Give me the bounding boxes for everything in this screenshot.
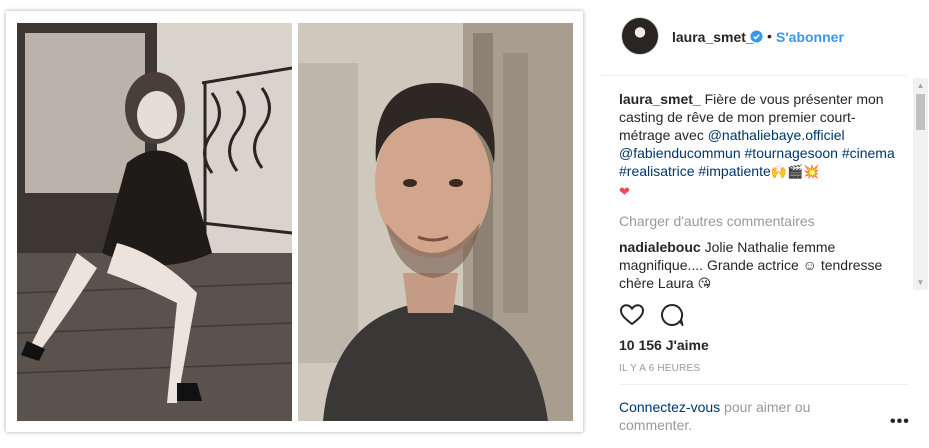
scrollbar-thumb[interactable]	[916, 94, 925, 130]
post-media	[0, 0, 601, 448]
caption-emojis: 🙌🎬💥	[770, 165, 820, 180]
divider	[619, 384, 909, 385]
hashtag-link[interactable]: #realisatrice	[619, 163, 694, 179]
post-sidebar: laura_smet_ • S'abonner laura_smet_ Fièr…	[601, 0, 929, 448]
login-prompt: Connectez-vous pour aimer ou commenter.	[619, 398, 859, 434]
list-item: nadialebouc Jolie Nathalie femme magnifi…	[619, 238, 897, 288]
mention-link[interactable]: @nathaliebaye.officiel	[708, 127, 845, 143]
photo-collage	[6, 11, 583, 432]
comments-list: laura_smet_ Fière de vous présenter mon …	[619, 90, 897, 288]
header-username-link[interactable]: laura_smet_	[672, 29, 754, 45]
login-link[interactable]: Connectez-vous	[619, 399, 720, 415]
more-options-button[interactable]: •••	[890, 413, 910, 431]
avatar[interactable]	[621, 17, 659, 55]
post-caption: laura_smet_ Fière de vous présenter mon …	[619, 90, 897, 202]
post-header: laura_smet_ • S'abonner	[601, 0, 907, 76]
hashtag-link[interactable]: #tournagesoon	[745, 145, 838, 161]
comment-author-link[interactable]: nadialebouc	[619, 239, 701, 255]
load-more-comments-button[interactable]: Charger d'autres commentaires	[619, 212, 897, 230]
follow-button[interactable]: S'abonner	[776, 29, 844, 45]
hashtag-link[interactable]: #cinema	[842, 145, 895, 161]
caption-author-link[interactable]: laura_smet_	[619, 91, 701, 107]
comments-scrollbar[interactable]: ▲ ▼	[913, 78, 928, 290]
hashtag-link[interactable]: #impatiente	[698, 163, 770, 179]
scroll-down-arrow-icon[interactable]: ▼	[913, 275, 928, 290]
post-actions	[619, 302, 909, 332]
scroll-up-arrow-icon[interactable]: ▲	[913, 78, 928, 93]
likes-count[interactable]: 10 156 J'aime	[619, 337, 709, 353]
verified-badge-icon	[750, 30, 763, 43]
like-heart-icon[interactable]	[619, 302, 645, 328]
header-separator-dot: •	[767, 28, 772, 44]
photo-woman-illustration	[17, 23, 292, 421]
comment-emoji: 😘	[697, 277, 712, 288]
post-timestamp[interactable]: IL Y A 6 HEURES	[619, 363, 700, 374]
red-heart-emoji-icon: ❤	[619, 185, 630, 200]
mention-link[interactable]: @fabienducommun	[619, 145, 741, 161]
photo-man-portrait	[298, 23, 573, 421]
photo-man-illustration	[298, 23, 573, 421]
comment-bubble-icon[interactable]	[659, 302, 685, 328]
photo-woman-balcony	[17, 23, 292, 421]
